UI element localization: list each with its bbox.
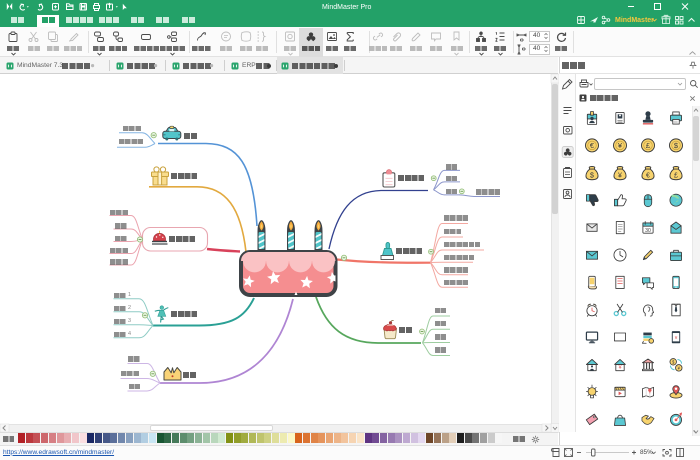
svg-text:¥: ¥	[675, 335, 678, 340]
svg-text:£: £	[674, 172, 678, 179]
svg-text:¥: ¥	[618, 172, 622, 179]
svg-text:$: $	[590, 172, 594, 179]
svg-text:30: 30	[645, 228, 651, 234]
svg-text:€: €	[646, 172, 650, 179]
